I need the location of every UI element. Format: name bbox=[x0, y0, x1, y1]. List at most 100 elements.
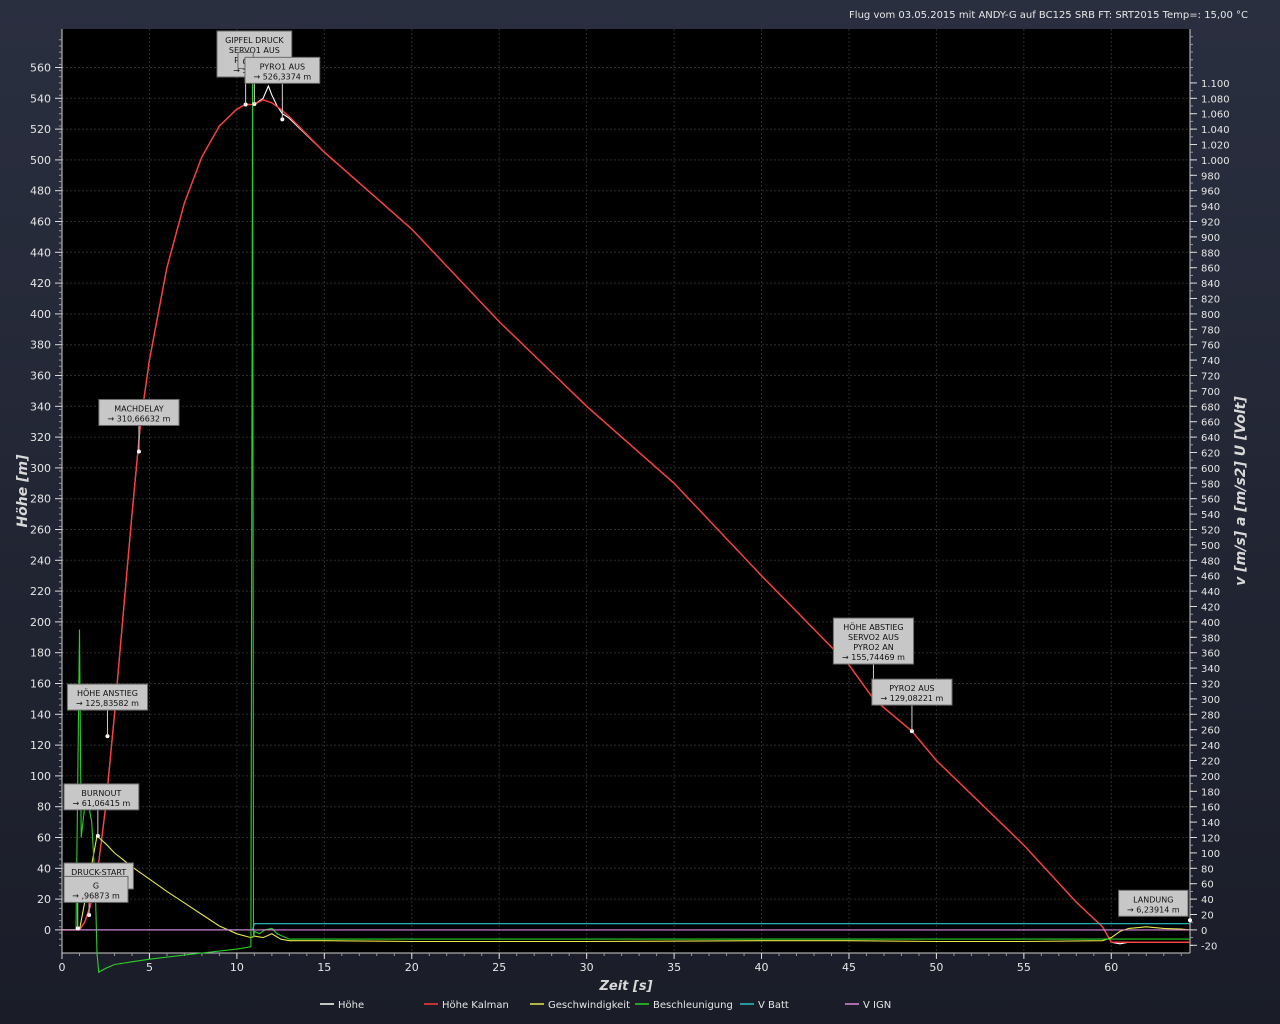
y-tick-label-right: 900 bbox=[1201, 233, 1220, 244]
y-tick-label-right: 680 bbox=[1201, 402, 1220, 413]
y-tick-label-right: 720 bbox=[1201, 372, 1220, 383]
x-tick-label: 30 bbox=[580, 961, 594, 974]
y-tick-label-right: 420 bbox=[1201, 603, 1220, 614]
y-tick-label-right: 920 bbox=[1201, 218, 1220, 229]
y-tick-label-left: 480 bbox=[30, 185, 51, 198]
y-tick-label-left: 540 bbox=[30, 92, 51, 105]
y-tick-label-left: 160 bbox=[30, 678, 51, 691]
annotation-text: → 155,74469 m bbox=[842, 653, 905, 662]
x-tick-label: 40 bbox=[755, 961, 769, 974]
y-tick-label-right: 1.080 bbox=[1201, 94, 1230, 105]
x-tick-label: 15 bbox=[317, 961, 331, 974]
annotation-text: → 6,23914 m bbox=[1127, 905, 1180, 914]
y-tick-label-right: 0 bbox=[1201, 926, 1207, 937]
y-tick-label-right: 1.040 bbox=[1201, 125, 1230, 136]
y-tick-label-right: 280 bbox=[1201, 710, 1220, 721]
annotation-text: LANDUNG bbox=[1133, 895, 1173, 904]
y-tick-label-left: 560 bbox=[30, 62, 51, 75]
y-tick-label-right: 880 bbox=[1201, 248, 1220, 259]
x-tick-label: 60 bbox=[1104, 961, 1118, 974]
y-tick-label-right: 640 bbox=[1201, 433, 1220, 444]
y-tick-label-right: 520 bbox=[1201, 526, 1220, 537]
x-tick-label: 45 bbox=[842, 961, 856, 974]
legend-label: Höhe Kalman bbox=[442, 1000, 509, 1011]
x-tick-label: 0 bbox=[59, 961, 66, 974]
y-tick-label-right: 580 bbox=[1201, 479, 1220, 490]
y-tick-label-right: 260 bbox=[1201, 726, 1220, 737]
y-tick-label-right: -20 bbox=[1201, 941, 1217, 952]
y-tick-label-left: 120 bbox=[30, 739, 51, 752]
annotation-text: → 125,83582 m bbox=[76, 699, 139, 708]
annotation-text: DRUCK-START bbox=[71, 868, 126, 877]
y-tick-label-right: 740 bbox=[1201, 356, 1220, 367]
y-tick-label-right: 400 bbox=[1201, 618, 1220, 629]
y-tick-label-left: 360 bbox=[30, 370, 51, 383]
y-tick-label-left: 260 bbox=[30, 524, 51, 537]
y-tick-label-right: 1.060 bbox=[1201, 110, 1230, 121]
x-tick-label: 25 bbox=[492, 961, 506, 974]
y-tick-label-right: 180 bbox=[1201, 787, 1220, 798]
y-tick-label-left: 240 bbox=[30, 554, 51, 567]
y-tick-label-left: 40 bbox=[37, 862, 51, 875]
y-tick-label-left: 140 bbox=[30, 708, 51, 721]
y-axis-label-left: Höhe [m] bbox=[15, 454, 31, 528]
y-tick-label-right: 1.000 bbox=[1201, 156, 1230, 167]
y-tick-label-left: 0 bbox=[44, 924, 51, 937]
annotation-text: SERVO2 AUS bbox=[848, 633, 899, 642]
flight-chart: 0 5 10 15 20 25 30 35 40 45 50 55 600204060801001201… bbox=[15, 29, 1249, 1011]
annotation-text: HÖHE ABSTIEG bbox=[843, 622, 903, 632]
y-tick-label-right: 440 bbox=[1201, 587, 1220, 598]
y-tick-label-right: 980 bbox=[1201, 171, 1220, 182]
y-tick-label-right: 940 bbox=[1201, 202, 1220, 213]
annotation-text: BURNOUT bbox=[81, 789, 121, 798]
y-tick-label-right: 100 bbox=[1201, 849, 1220, 860]
y-tick-label-right: 340 bbox=[1201, 664, 1220, 675]
x-tick-label: 5 bbox=[146, 961, 153, 974]
x-tick-label: 10 bbox=[230, 961, 244, 974]
legend-label: Geschwindigkeit bbox=[548, 1000, 630, 1011]
annotation-text: G bbox=[93, 881, 99, 890]
y-tick-label-left: 60 bbox=[37, 832, 51, 845]
y-tick-label-right: 220 bbox=[1201, 757, 1220, 768]
x-tick-label: 35 bbox=[667, 961, 681, 974]
y-tick-label-right: 120 bbox=[1201, 834, 1220, 845]
y-tick-label-right: 1.020 bbox=[1201, 141, 1230, 152]
y-tick-label-right: 600 bbox=[1201, 464, 1220, 475]
y-tick-label-right: 320 bbox=[1201, 680, 1220, 691]
y-tick-label-right: 360 bbox=[1201, 649, 1220, 660]
legend-label: V Batt bbox=[758, 1000, 789, 1011]
annotation-text: PYRO2 AN bbox=[853, 643, 893, 652]
y-tick-label-right: 820 bbox=[1201, 295, 1220, 306]
y-tick-label-left: 180 bbox=[30, 647, 51, 660]
y-tick-label-left: 320 bbox=[30, 431, 51, 444]
y-tick-label-right: 1.100 bbox=[1201, 79, 1230, 90]
plot-area bbox=[62, 29, 1190, 953]
y-tick-label-right: 80 bbox=[1201, 864, 1214, 875]
y-tick-label-left: 420 bbox=[30, 277, 51, 290]
legend-label: Beschleunigung bbox=[653, 1000, 733, 1011]
x-tick-label: 55 bbox=[1017, 961, 1031, 974]
y-tick-label-right: 660 bbox=[1201, 418, 1220, 429]
y-tick-label-right: 960 bbox=[1201, 187, 1220, 198]
y-tick-label-left: 440 bbox=[30, 246, 51, 259]
y-tick-label-right: 240 bbox=[1201, 741, 1220, 752]
y-tick-label-right: 560 bbox=[1201, 495, 1220, 506]
y-tick-label-right: 200 bbox=[1201, 772, 1220, 783]
y-tick-label-left: 280 bbox=[30, 493, 51, 506]
y-tick-label-left: 340 bbox=[30, 400, 51, 413]
y-tick-label-right: 380 bbox=[1201, 633, 1220, 644]
annotation-text: → 61,06415 m bbox=[73, 799, 131, 808]
y-tick-label-right: 500 bbox=[1201, 541, 1220, 552]
y-tick-label-left: 460 bbox=[30, 216, 51, 229]
y-tick-label-right: 20 bbox=[1201, 911, 1214, 922]
y-tick-label-left: 500 bbox=[30, 154, 51, 167]
y-tick-label-right: 460 bbox=[1201, 572, 1220, 583]
y-tick-label-left: 400 bbox=[30, 308, 51, 321]
annotation-text: PYRO1 AUS bbox=[260, 62, 305, 71]
annotation-text: → 310,66632 m bbox=[108, 414, 171, 423]
y-tick-label-right: 140 bbox=[1201, 818, 1220, 829]
y-tick-label-right: 160 bbox=[1201, 803, 1220, 814]
y-tick-label-right: 40 bbox=[1201, 895, 1214, 906]
annotation-text: SERVO1 AUS bbox=[229, 46, 280, 55]
y-tick-label-right: 60 bbox=[1201, 880, 1214, 891]
